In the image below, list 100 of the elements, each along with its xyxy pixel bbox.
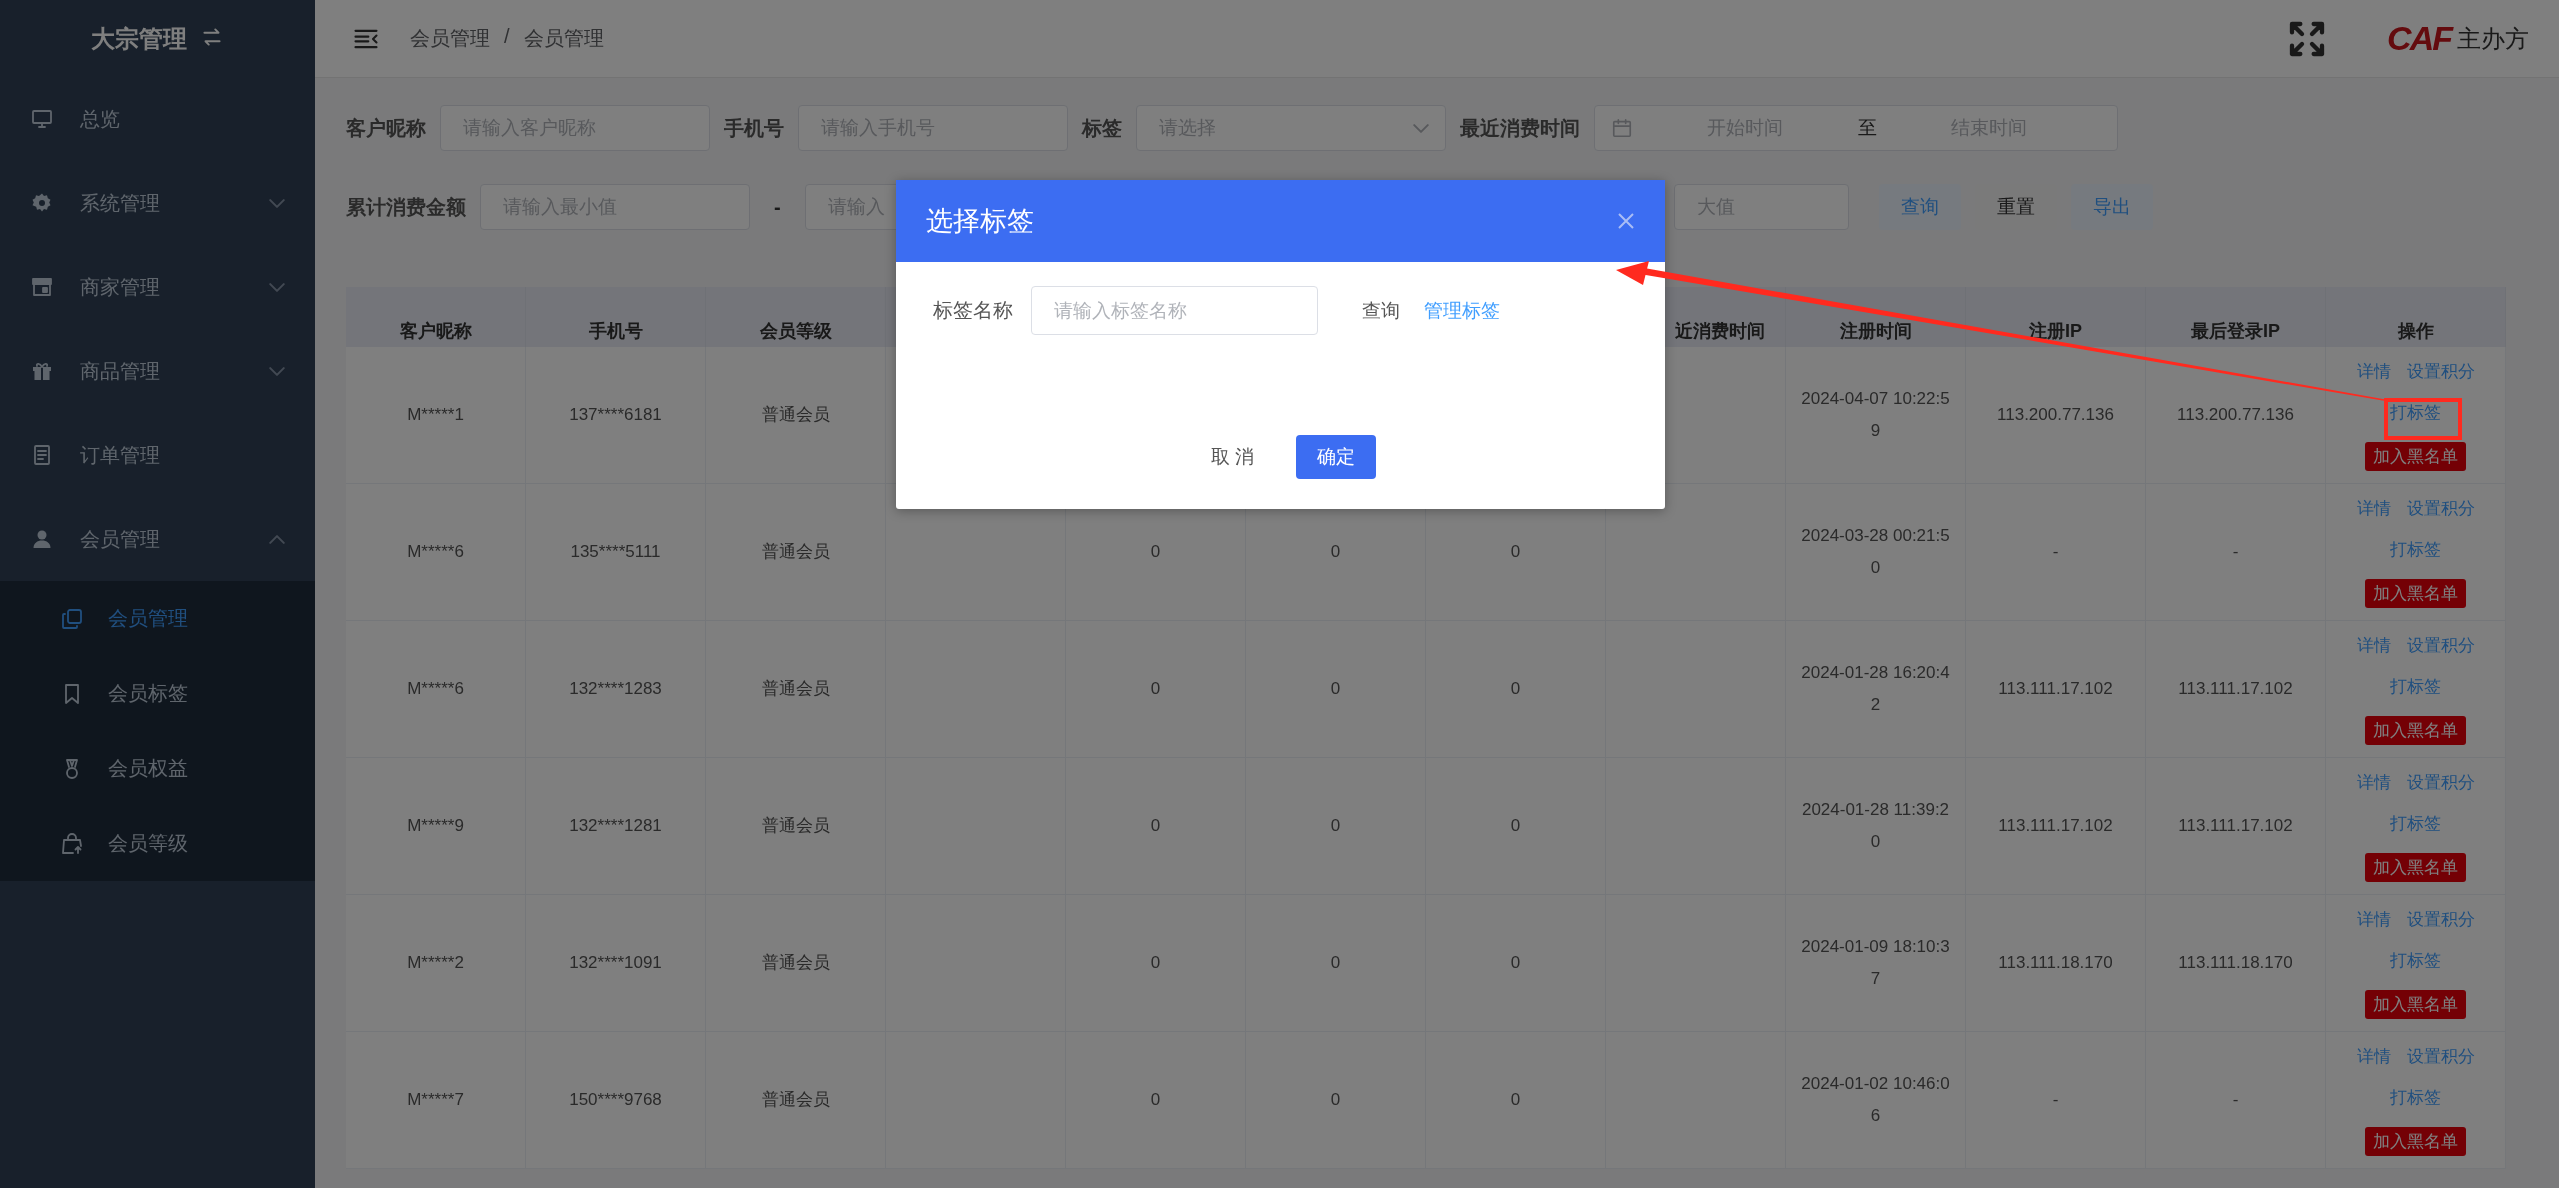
filter-label: 最近消费时间 xyxy=(1460,115,1580,141)
table-cell: 0 xyxy=(1246,895,1426,1032)
action-link[interactable]: 详情 xyxy=(2356,906,2391,933)
column-header: 手机号 xyxy=(526,287,706,347)
table-cell: 普通会员 xyxy=(706,895,886,1032)
table-cell: 普通会员 xyxy=(706,621,886,758)
column-header: 客户昵称 xyxy=(346,287,526,347)
submenu-item[interactable]: 会员标签 xyxy=(0,656,315,731)
store-icon xyxy=(30,275,54,299)
table-cell: 0 xyxy=(1246,621,1426,758)
table-cell: 132****1283 xyxy=(526,621,706,758)
filter-button[interactable]: 导出 xyxy=(2070,184,2153,230)
blacklist-button[interactable]: 加入黑名单 xyxy=(2365,441,2466,472)
table-cell: 113.111.17.102 xyxy=(2146,621,2326,758)
filter-button[interactable]: 查询 xyxy=(1878,184,1961,230)
submenu-item[interactable]: 会员管理 xyxy=(0,581,315,656)
copy-icon xyxy=(60,606,84,631)
column-header: 最后登录IP xyxy=(2146,287,2326,347)
table-cell: 2024-01-28 11:39:20 xyxy=(1786,758,1966,895)
manage-tags-link[interactable]: 管理标签 xyxy=(1424,297,1500,324)
sidebar-item[interactable]: 会员管理 xyxy=(0,497,315,581)
chevron-icon xyxy=(269,282,285,292)
range-dash: - xyxy=(773,195,782,219)
table-cell: 2024-01-09 18:10:37 xyxy=(1786,895,1966,1032)
table-cell: 113.111.17.102 xyxy=(2146,758,2326,895)
blacklist-button[interactable]: 加入黑名单 xyxy=(2365,578,2466,609)
table-cell: 137****6181 xyxy=(526,347,706,484)
sidebar-item[interactable]: 商品管理 xyxy=(0,329,315,413)
action-link[interactable]: 设置积分 xyxy=(2406,358,2475,385)
table-cell: 0 xyxy=(1246,758,1426,895)
table-cell: M*****6 xyxy=(346,484,526,621)
blacklist-button[interactable]: 加入黑名单 xyxy=(2365,1126,2466,1157)
table-cell: 132****1281 xyxy=(526,758,706,895)
action-link[interactable]: 设置积分 xyxy=(2406,632,2475,659)
chevron-icon xyxy=(269,534,285,544)
action-link[interactable]: 打标签 xyxy=(2390,811,2441,837)
cancel-button[interactable]: 取 消 xyxy=(1204,435,1261,479)
blacklist-button[interactable]: 加入黑名单 xyxy=(2365,715,2466,746)
table-cell: - xyxy=(2146,484,2326,621)
close-button[interactable] xyxy=(1617,212,1635,230)
action-link[interactable]: 设置积分 xyxy=(2406,906,2475,933)
table-cell: 113.111.17.102 xyxy=(1966,621,2146,758)
submenu-item[interactable]: 会员等级 xyxy=(0,806,315,881)
dialog-title: 选择标签 xyxy=(926,205,1034,238)
table-cell: 0 xyxy=(1066,758,1246,895)
action-link[interactable]: 详情 xyxy=(2356,769,2391,796)
table-cell: - xyxy=(2146,1032,2326,1169)
column-header: 操作 xyxy=(2326,287,2506,347)
brand-logo: CAF xyxy=(2387,19,2451,58)
table-cell: - xyxy=(1966,484,2146,621)
table-cell: 150****9768 xyxy=(526,1032,706,1169)
table-cell: 2024-01-02 10:46:06 xyxy=(1786,1032,1966,1169)
action-link[interactable]: 打标签 xyxy=(2390,948,2441,974)
action-link[interactable]: 设置积分 xyxy=(2406,495,2475,522)
chevron-icon xyxy=(269,366,285,376)
breadcrumb-item[interactable]: 会员管理 xyxy=(410,25,490,52)
search-button[interactable]: 查询 xyxy=(1356,296,1406,325)
table-cell: 132****1091 xyxy=(526,895,706,1032)
sidebar-item[interactable]: 订单管理 xyxy=(0,413,315,497)
table-cell: 113.111.17.102 xyxy=(1966,758,2146,895)
table-cell: 0 xyxy=(1066,621,1246,758)
table-cell: 2024-04-07 10:22:59 xyxy=(1786,347,1966,484)
sidebar-item[interactable]: 商家管理 xyxy=(0,245,315,329)
table-cell: M*****1 xyxy=(346,347,526,484)
table-cell: 普通会员 xyxy=(706,758,886,895)
action-link[interactable]: 详情 xyxy=(2356,358,2391,385)
action-link[interactable]: 打标签 xyxy=(2390,537,2441,563)
tag-name-field[interactable]: 请输入标签名称 xyxy=(1031,286,1318,335)
table-cell: 0 xyxy=(1066,895,1246,1032)
breadcrumb-item[interactable]: 会员管理 xyxy=(523,25,604,52)
column-header: 会员等级 xyxy=(706,287,886,347)
action-link[interactable]: 详情 xyxy=(2356,495,2391,522)
table-cell: - xyxy=(1966,1032,2146,1169)
action-link[interactable]: 设置积分 xyxy=(2406,1043,2475,1070)
table-cell: 普通会员 xyxy=(706,347,886,484)
chevron-icon xyxy=(269,198,285,208)
action-link[interactable]: 打标签 xyxy=(2390,674,2441,700)
action-link[interactable]: 详情 xyxy=(2356,1043,2391,1070)
table-cell: 0 xyxy=(1246,1032,1426,1169)
column-header: 注册时间 xyxy=(1786,287,1966,347)
action-link[interactable]: 打标签 xyxy=(2390,1085,2441,1111)
table-cell: M*****7 xyxy=(346,1032,526,1169)
sidebar-item[interactable]: 总览 xyxy=(0,77,315,161)
calendar-icon xyxy=(1611,117,1633,139)
bag-arrow-icon xyxy=(60,831,84,856)
action-link[interactable]: 设置积分 xyxy=(2406,769,2475,796)
table-cell: 135****5111 xyxy=(526,484,706,621)
table-cell: 2024-01-28 16:20:42 xyxy=(1786,621,1966,758)
sidebar-item[interactable]: 系统管理 xyxy=(0,161,315,245)
confirm-button[interactable]: 确定 xyxy=(1296,435,1377,479)
blacklist-button[interactable]: 加入黑名单 xyxy=(2365,852,2466,883)
action-link[interactable]: 详情 xyxy=(2356,632,2391,659)
table-cell: 普通会员 xyxy=(706,1032,886,1169)
filter-label: 手机号 xyxy=(724,115,784,141)
breadcrumb-separator: / xyxy=(504,25,510,49)
action-link[interactable]: 打标签 xyxy=(2390,400,2441,426)
table-cell: 2024-03-28 00:21:50 xyxy=(1786,484,1966,621)
blacklist-button[interactable]: 加入黑名单 xyxy=(2365,989,2466,1020)
table-cell: 0 xyxy=(1066,1032,1246,1169)
submenu-item[interactable]: 会员权益 xyxy=(0,731,315,806)
